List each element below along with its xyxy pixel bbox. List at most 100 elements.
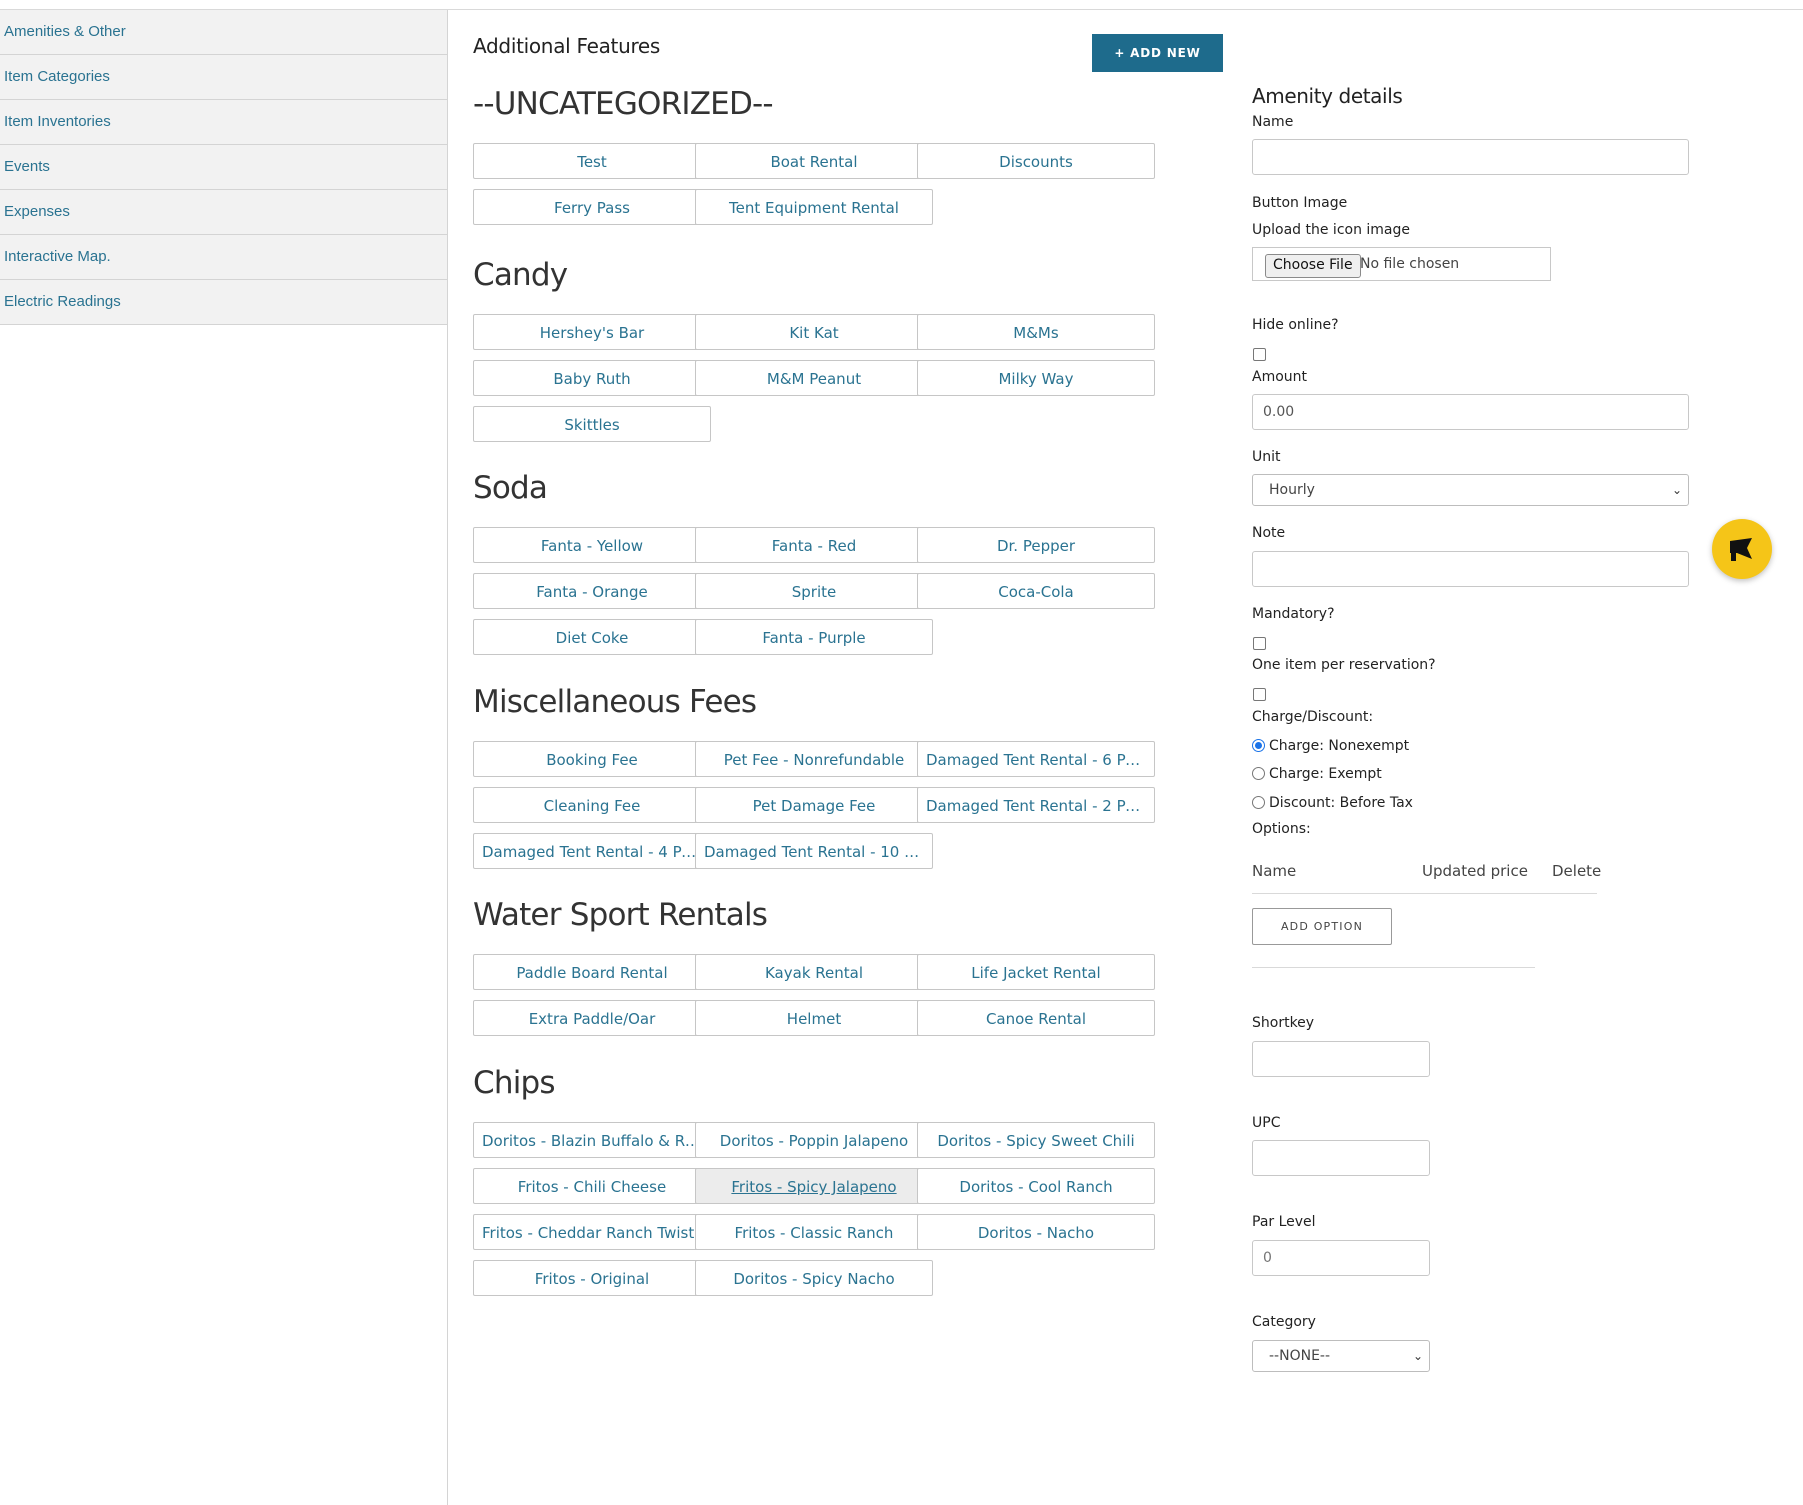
amenity-item-button[interactable]: Doritos - Blazin Buffalo & Ran... (473, 1122, 711, 1158)
unit-select[interactable]: Hourly ⌄ (1252, 474, 1689, 506)
add-new-button[interactable]: + ADD NEW (1092, 34, 1223, 72)
amenity-item-button[interactable]: Doritos - Poppin Jalapeno (695, 1122, 933, 1158)
category-title: Water Sport Rentals (473, 897, 768, 933)
one-item-checkbox[interactable] (1253, 688, 1266, 701)
category-select[interactable]: --NONE-- ⌄ (1252, 1340, 1430, 1372)
hide-online-checkbox[interactable] (1253, 348, 1266, 361)
options-col-name: Name (1252, 862, 1297, 880)
unit-label: Unit (1252, 449, 1281, 465)
sidebar-item-expenses[interactable]: Expenses (0, 190, 447, 235)
amenity-item-button[interactable]: Fritos - Classic Ranch (695, 1214, 933, 1250)
sidebar-item-events[interactable]: Events (0, 145, 447, 190)
amenity-item-button[interactable]: Life Jacket Rental (917, 954, 1155, 990)
discount-before-tax-label: Discount: Before Tax (1269, 795, 1413, 811)
shortkey-input[interactable] (1252, 1041, 1430, 1077)
amenity-item-button[interactable]: Pet Fee - Nonrefundable (695, 741, 933, 777)
category-section: Miscellaneous Fees Booking Fee Pet Fee - N… (473, 682, 1243, 869)
button-image-label: Button Image (1252, 195, 1348, 211)
amenity-item-button[interactable]: Pet Damage Fee (695, 787, 933, 823)
amenity-item-button[interactable]: Helmet (695, 1000, 933, 1036)
amenity-item-button[interactable]: Cleaning Fee (473, 787, 711, 823)
amenity-item-button[interactable]: Dr. Pepper (917, 527, 1155, 563)
sidebar-item-item-categories[interactable]: Item Categories (0, 55, 447, 100)
file-status: No file chosen (1360, 256, 1460, 272)
name-input[interactable] (1252, 139, 1689, 175)
par-level-label: Par Level (1252, 1214, 1316, 1230)
amenity-item-button[interactable]: Fritos - Chili Cheese (473, 1168, 711, 1204)
sidebar-item-interactive-map[interactable]: Interactive Map. (0, 235, 447, 280)
amenity-item-button[interactable]: Kit Kat (695, 314, 933, 350)
sidebar-item-electric-readings[interactable]: Electric Readings (0, 280, 447, 325)
hide-online-label: Hide online? (1252, 317, 1339, 333)
sidebar-item-amenities[interactable]: Amenities & Other (0, 10, 447, 55)
amenity-item-button[interactable]: Fritos - Spicy Jalapeno (695, 1168, 933, 1204)
amenity-item-button[interactable]: M&Ms (917, 314, 1155, 350)
shortkey-label: Shortkey (1252, 1015, 1315, 1031)
options-col-delete: Delete (1552, 862, 1602, 880)
amenity-item-button[interactable]: Sprite (695, 573, 933, 609)
discount-before-tax-radio[interactable] (1252, 796, 1265, 809)
amenity-item-button[interactable]: Skittles (473, 406, 711, 442)
amenity-item-button[interactable]: Damaged Tent Rental - 10 Per... (695, 833, 933, 869)
amenity-item-button[interactable]: Coca-Cola (917, 573, 1155, 609)
amenity-item-button[interactable]: M&M Peanut (695, 360, 933, 396)
amenity-item-button[interactable]: Boat Rental (695, 143, 933, 179)
upload-icon-label: Upload the icon image (1252, 222, 1411, 238)
category-section: Water Sport Rentals Paddle Board Rental Ka… (473, 895, 1243, 1036)
discount-before-tax-option[interactable]: Discount: Before Tax (1252, 794, 1413, 812)
amenity-item-button[interactable]: Doritos - Spicy Sweet Chili (917, 1122, 1155, 1158)
amenity-item-button[interactable]: Paddle Board Rental (473, 954, 711, 990)
amenity-item-button[interactable]: Test (473, 143, 711, 179)
amenity-item-button[interactable]: Doritos - Nacho (917, 1214, 1155, 1250)
amenity-item-button[interactable]: Tent Equipment Rental (695, 189, 933, 225)
amount-input[interactable] (1252, 394, 1689, 430)
amenity-item-button[interactable]: Fanta - Yellow (473, 527, 711, 563)
amenity-item-button[interactable]: Baby Ruth (473, 360, 711, 396)
amenity-item-button[interactable]: Damaged Tent Rental - 2 Pers... (917, 787, 1155, 823)
chevron-down-icon: ⌄ (1412, 1349, 1423, 1363)
amenity-item-button[interactable]: Damaged Tent Rental - 4 Pers... (473, 833, 711, 869)
amenity-item-button[interactable]: Fanta - Purple (695, 619, 933, 655)
charge-nonexempt-option[interactable]: Charge: Nonexempt (1252, 737, 1409, 755)
amenity-item-button[interactable]: Doritos - Cool Ranch (917, 1168, 1155, 1204)
amenity-item-button[interactable]: Canoe Rental (917, 1000, 1155, 1036)
add-option-button[interactable]: ADD OPTION (1252, 908, 1392, 945)
category-title: Miscellaneous Fees (473, 684, 757, 720)
amenity-item-button[interactable]: Fritos - Cheddar Ranch Twists (473, 1214, 711, 1250)
details-title: Amenity details (1252, 84, 1403, 108)
amenity-item-button[interactable]: Fanta - Red (695, 527, 933, 563)
category-label: Category (1252, 1314, 1316, 1330)
amenity-item-button[interactable]: Discounts (917, 143, 1155, 179)
amenity-item-button[interactable]: Doritos - Spicy Nacho (695, 1260, 933, 1296)
amenity-item-button[interactable]: Extra Paddle/Oar (473, 1000, 711, 1036)
options-divider (1252, 967, 1535, 968)
category-title: Candy (473, 257, 568, 293)
unit-selected-value: Hourly (1269, 482, 1315, 498)
par-level-input[interactable] (1252, 1240, 1430, 1276)
charge-exempt-radio[interactable] (1252, 767, 1265, 780)
charge-nonexempt-label: Charge: Nonexempt (1269, 738, 1410, 754)
amenity-item-button[interactable]: Fanta - Orange (473, 573, 711, 609)
amenity-item-button[interactable]: Hershey's Bar (473, 314, 711, 350)
amenity-item-button[interactable]: Ferry Pass (473, 189, 711, 225)
charge-exempt-label: Charge: Exempt (1269, 766, 1382, 782)
choose-file-button[interactable]: Choose File (1265, 254, 1361, 278)
amenity-item-button[interactable]: Fritos - Original (473, 1260, 711, 1296)
note-label: Note (1252, 525, 1286, 541)
note-input[interactable] (1252, 551, 1689, 587)
amenity-item-button[interactable]: Diet Coke (473, 619, 711, 655)
amenity-item-button[interactable]: Booking Fee (473, 741, 711, 777)
amenity-item-button[interactable]: Kayak Rental (695, 954, 933, 990)
category-section: Chips Doritos - Blazin Buffalo & Ran... Do… (473, 1063, 1243, 1296)
charge-nonexempt-radio[interactable] (1252, 739, 1265, 752)
sidebar-item-item-inventories[interactable]: Item Inventories (0, 100, 447, 145)
category-section: Candy Hershey's Bar Kit Kat M&Ms Baby Ruth M&… (473, 255, 1243, 442)
upc-input[interactable] (1252, 1140, 1430, 1176)
feedback-fab[interactable] (1712, 519, 1772, 579)
amenity-item-button[interactable]: Milky Way (917, 360, 1155, 396)
page-title: Additional Features (473, 34, 661, 58)
mandatory-checkbox[interactable] (1253, 637, 1266, 650)
amenity-item-button[interactable]: Damaged Tent Rental - 6 Pers... (917, 741, 1155, 777)
category-title: --UNCATEGORIZED-- (473, 86, 774, 122)
charge-exempt-option[interactable]: Charge: Exempt (1252, 765, 1382, 783)
